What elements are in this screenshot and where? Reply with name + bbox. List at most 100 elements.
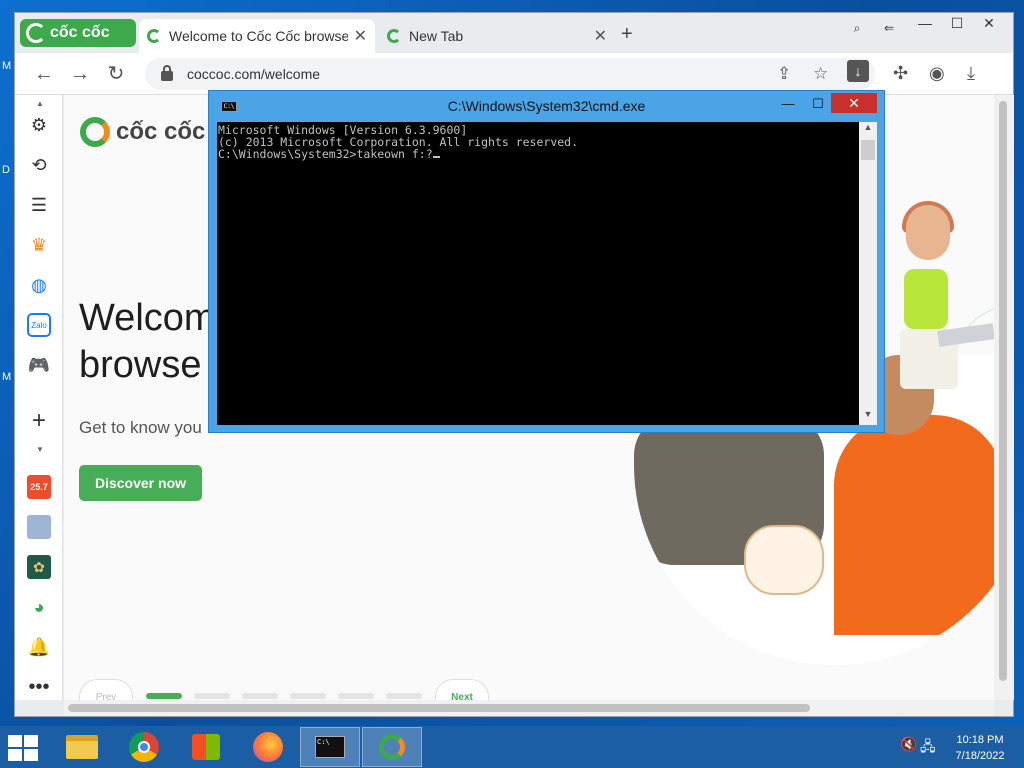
firefox-icon[interactable] [238, 727, 298, 767]
profile-icon[interactable]: ◉ [929, 63, 945, 84]
notes-icon[interactable]: ☰ [27, 193, 51, 217]
dog-image [744, 525, 824, 595]
scroll-down-icon[interactable]: ▼ [859, 409, 877, 425]
reading-mode-icon[interactable]: ⇐ [873, 21, 905, 35]
back-button[interactable]: ← [31, 61, 57, 87]
zalo-icon[interactable]: Zalo [27, 313, 51, 337]
forward-button[interactable]: → [67, 61, 93, 87]
lotus-icon[interactable]: ✿ [27, 555, 51, 579]
next-button[interactable]: Next [435, 679, 489, 700]
coccoc-favicon-icon [147, 29, 161, 43]
brand-menu-button[interactable]: cốc cốc [20, 19, 136, 47]
extensions-icon[interactable]: ✣ [893, 63, 908, 84]
tab-label: Welcome to Cốc Cốc browser [169, 28, 348, 44]
messenger-icon[interactable]: ◍ [27, 273, 51, 297]
carousel-dot[interactable] [386, 693, 422, 699]
tab-label: New Tab [409, 28, 464, 44]
download-video-icon[interactable]: ↓ [847, 60, 869, 82]
hero-line: Welcom [79, 297, 216, 339]
discover-now-button[interactable]: Discover now [79, 465, 202, 501]
desktop-edge-letter: M [2, 60, 12, 72]
network-icon[interactable]: 🖧 [920, 736, 936, 760]
sidebar: ▲ ⚙ ⟲ ☰ ♛ ◍ Zalo 🎮 + ▼ 25.7 ✿ ◕ 🔔 ••• [15, 95, 63, 700]
desktop-edge-letter: M [2, 371, 12, 383]
reload-button[interactable]: ↻ [103, 61, 129, 87]
cmd-scrollbar[interactable]: ▲ ▼ [859, 122, 877, 425]
taskbar: C:\ 🔇 🖧 10:18 PM 7/18/2022 [0, 726, 1024, 768]
scroll-thumb[interactable] [68, 704, 810, 712]
cmd-title: C:\Windows\System32\cmd.exe [447, 98, 646, 114]
tab-strip: cốc cốc Welcome to Cốc Cốc browser ✕ New… [15, 13, 1013, 53]
scroll-thumb[interactable] [861, 140, 875, 160]
chrome-icon[interactable] [114, 727, 174, 767]
sidebar-scroll-down-icon[interactable]: ▼ [36, 445, 44, 454]
shopee-icon[interactable]: 25.7 [27, 475, 51, 499]
coccoc-favicon-icon [387, 29, 401, 43]
share-icon[interactable]: ⇪ [777, 64, 791, 84]
tab-new-tab[interactable]: New Tab ✕ [379, 19, 615, 53]
text-cursor [432, 156, 440, 158]
person-image [834, 415, 994, 635]
tab-close-icon[interactable]: ✕ [594, 26, 607, 46]
bookmark-star-icon[interactable]: ☆ [813, 64, 828, 84]
tab-search-icon[interactable]: ⌕ [841, 21, 873, 36]
coccoc-taskbar-icon[interactable] [362, 727, 422, 767]
scroll-up-icon[interactable]: ▲ [859, 122, 877, 138]
cmd-console[interactable]: Microsoft Windows [Version 6.3.9600] (c) … [217, 122, 859, 425]
hero-line: browse [79, 344, 202, 386]
cmd-close-button[interactable]: ✕ [831, 93, 877, 113]
browser-toolbar: ← → ↻ coccoc.com/welcome ⇪ ☆ ↓ ✣ ◉ ⤓ [15, 53, 1013, 95]
console-input: C:\Windows\System32>takeown f:? [218, 147, 433, 161]
cmd-app-icon: C:\ [221, 101, 237, 112]
vertical-scrollbar[interactable] [994, 95, 1014, 700]
downloads-icon[interactable]: ⤓ [967, 63, 975, 84]
brand-name: cốc cốc [50, 24, 110, 41]
cmd-minimize-button[interactable]: — [775, 95, 801, 113]
hero-heading: Welcom browse [79, 295, 216, 389]
sidebar-scroll-up-icon[interactable]: ▲ [36, 99, 44, 108]
carousel-dot[interactable] [242, 693, 278, 699]
address-url[interactable]: coccoc.com/welcome [187, 66, 320, 82]
carousel-dot[interactable] [194, 693, 230, 699]
console-prompt-line: C:\Windows\System32>takeown f:? [218, 148, 858, 160]
carousel-dot[interactable] [146, 693, 182, 699]
address-bar[interactable]: coccoc.com/welcome ⇪ ☆ [145, 58, 875, 90]
maximize-button[interactable]: ☐ [941, 15, 973, 32]
carousel-dot[interactable] [338, 693, 374, 699]
start-button[interactable] [8, 735, 38, 761]
clock-time: 10:18 PM [956, 734, 1004, 746]
horizontal-scrollbar[interactable] [64, 700, 994, 716]
desktop-edge-letter: D [2, 164, 10, 176]
file-explorer-icon[interactable] [52, 727, 112, 767]
volume-muted-icon[interactable]: 🔇 [900, 736, 917, 753]
hero-subtitle: Get to know you [79, 418, 202, 437]
anime-icon[interactable] [27, 515, 51, 539]
prev-button[interactable]: Prev [79, 679, 133, 700]
new-tab-button[interactable]: + [621, 23, 633, 46]
windows-update-icon[interactable] [176, 727, 236, 767]
site-logo: cốc cốc [80, 117, 205, 147]
more-icon[interactable]: ••• [27, 675, 51, 699]
tab-close-icon[interactable]: ✕ [354, 26, 367, 46]
gamepad-icon[interactable]: 🎮 [27, 353, 51, 377]
bell-icon[interactable]: 🔔 [27, 635, 51, 659]
crown-icon[interactable]: ♛ [27, 233, 51, 257]
scroll-thumb[interactable] [999, 101, 1007, 681]
coccoc-badge-icon[interactable]: ◕ [27, 595, 51, 619]
history-icon[interactable]: ⟲ [27, 153, 51, 177]
minimize-button[interactable]: — [909, 15, 941, 31]
coccoc-logo-icon [80, 117, 110, 147]
person-image [900, 201, 994, 395]
clock-date: 7/18/2022 [955, 750, 1005, 762]
lock-icon [161, 65, 173, 81]
gear-icon[interactable]: ⚙ [27, 113, 51, 137]
coccoc-logo-icon [26, 23, 46, 43]
carousel-dot[interactable] [290, 693, 326, 699]
close-button[interactable]: ✕ [973, 15, 1005, 32]
tab-welcome[interactable]: Welcome to Cốc Cốc browser ✕ [139, 19, 375, 53]
cmd-taskbar-icon[interactable]: C:\ [300, 727, 360, 767]
logo-text: cốc cốc [116, 118, 206, 145]
cmd-maximize-button[interactable]: ☐ [805, 95, 831, 113]
clock[interactable]: 10:18 PM 7/18/2022 [940, 732, 1020, 764]
plus-icon[interactable]: + [27, 407, 51, 434]
